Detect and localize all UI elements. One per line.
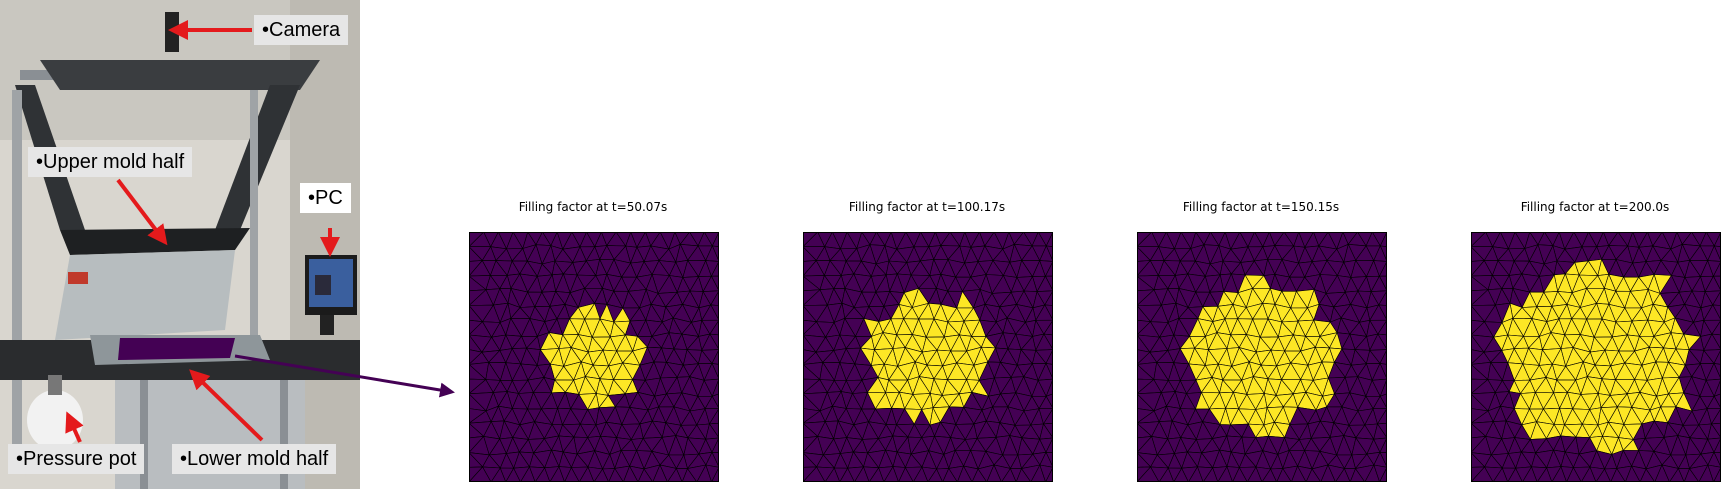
mesh-plot	[1137, 232, 1387, 482]
panel-title: Filling factor at t=100.17s	[848, 200, 1006, 214]
lower-mold-half-label: •Lower mold half	[172, 444, 337, 474]
mesh-plot	[1471, 232, 1721, 482]
upper-mold-half-label: •Upper mold half	[28, 147, 193, 177]
setup-photo	[0, 0, 360, 489]
mesh-plot	[469, 232, 719, 482]
panel-title: Filling factor at t=50.07s	[518, 200, 668, 214]
pressure-pot-label: •Pressure pot	[8, 444, 145, 474]
pc-label: •PC	[300, 183, 351, 213]
panel-title: Filling factor at t=150.15s	[1182, 200, 1340, 214]
panel-title: Filling factor at t=200.0s	[1520, 200, 1670, 214]
mesh-plot	[803, 232, 1053, 482]
camera-label: •Camera	[254, 15, 349, 45]
